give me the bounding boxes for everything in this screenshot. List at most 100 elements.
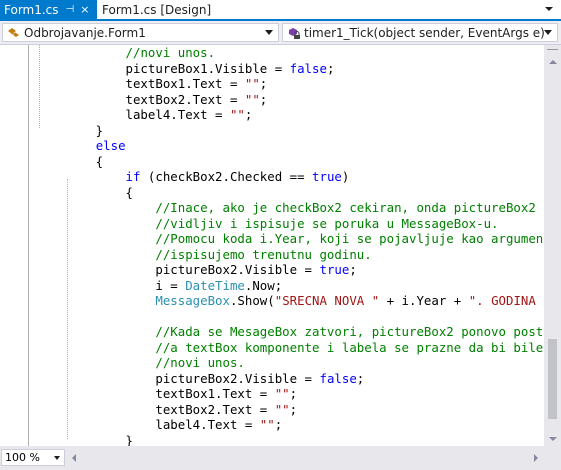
scroll-down-icon[interactable] <box>544 432 561 446</box>
code-token: label4.Text = <box>36 417 260 432</box>
code-line[interactable] <box>36 309 544 325</box>
code-token: //Inace, ako je checkBox2 cekiran, onda … <box>155 200 544 215</box>
code-line[interactable]: //vidljiv i ispisuje se poruka u Message… <box>36 216 544 232</box>
code-line[interactable]: //ispisujemo trenutnu godinu. <box>36 247 544 263</box>
code-line[interactable]: textBox2.Text = ""; <box>36 402 544 418</box>
tab-form1-cs[interactable]: Form1.cs ⊣ × <box>0 0 97 19</box>
member-dropdown-value: timer1_Tick(object sender, EventArgs e) <box>304 25 545 40</box>
zoom-value: 100 % <box>5 451 40 464</box>
code-line[interactable]: //Kada se MesageBox zatvori, pictureBox2… <box>36 324 544 340</box>
code-token: pictureBox1.Visible = <box>36 60 290 76</box>
vertical-scrollbar[interactable] <box>544 45 561 446</box>
code-token: if <box>125 169 141 184</box>
code-token: ; <box>356 370 365 386</box>
code-token: DateTime <box>185 277 245 293</box>
code-token: ; <box>326 60 335 76</box>
code-line[interactable]: pictureBox1.Visible = false; <box>36 61 544 77</box>
scrollbar-corner <box>544 446 561 470</box>
code-token: ". GODINA SVIMA!" <box>468 293 544 308</box>
code-token: ) <box>341 169 350 184</box>
code-token: //a textBox komponente i labela se prazn… <box>155 339 544 355</box>
code-line[interactable]: else <box>36 138 544 154</box>
code-line[interactable]: //Inace, ako je checkBox2 cekiran, onda … <box>36 200 544 216</box>
vertical-scroll-thumb[interactable] <box>548 339 557 419</box>
method-lock-icon <box>287 26 301 40</box>
scroll-right-icon[interactable] <box>530 451 542 465</box>
code-text[interactable]: //novi unos. pictureBox1.Visible = false… <box>36 45 544 446</box>
code-line[interactable]: MessageBox.Show("SRECNA NOVA " + i.Year … <box>36 293 544 309</box>
pin-icon[interactable]: ⊣ <box>66 4 75 15</box>
code-line[interactable]: //novi unos. <box>36 45 544 61</box>
code-token: "" <box>274 386 290 401</box>
code-line[interactable]: { <box>36 185 544 201</box>
code-token: { <box>36 184 133 200</box>
code-token: textBox1.Text = <box>36 76 245 91</box>
navigation-bar: Odbrojavanje.Form1 timer1_Tick(object se… <box>0 21 561 45</box>
code-token: ; <box>289 386 298 401</box>
code-token: true <box>319 262 350 277</box>
code-line[interactable]: //Pomocu koda i.Year, koji se pojavljuje… <box>36 231 544 247</box>
code-token: //novi unos. <box>155 355 245 370</box>
code-line[interactable]: pictureBox2.Visible = false; <box>36 371 544 387</box>
tab-list-dropdown-icon[interactable] <box>543 3 555 15</box>
code-line[interactable]: textBox1.Text = ""; <box>36 386 544 402</box>
editor-split-handle[interactable] <box>544 45 561 54</box>
class-dropdown-value: Odbrojavanje.Form1 <box>24 25 146 40</box>
code-token: pictureBox2.Visible = <box>36 262 320 277</box>
code-token: pictureBox2.Visible = <box>36 370 320 386</box>
code-token: i = <box>36 277 186 293</box>
tab-form1-design[interactable]: Form1.cs [Design] <box>97 0 211 19</box>
code-token: ; <box>259 76 268 91</box>
scroll-up-icon[interactable] <box>544 55 561 69</box>
code-line[interactable]: if (checkBox2.Checked == true) <box>36 169 544 185</box>
chevron-down-icon <box>265 30 273 35</box>
class-dropdown[interactable]: Odbrojavanje.Form1 <box>2 23 279 42</box>
zoom-dropdown[interactable]: 100 % <box>1 449 65 466</box>
code-editor[interactable]: //novi unos. pictureBox1.Visible = false… <box>0 45 544 446</box>
code-token: MessageBox <box>155 293 230 308</box>
code-line[interactable]: label4.Text = ""; <box>36 107 544 123</box>
code-line[interactable]: //novi unos. <box>36 355 544 371</box>
close-icon[interactable]: × <box>80 3 89 16</box>
code-token: ; <box>349 262 357 277</box>
code-token: ; <box>259 91 268 107</box>
code-line[interactable]: } <box>36 123 544 139</box>
code-line[interactable]: } <box>36 433 544 447</box>
code-token: false <box>319 370 357 386</box>
code-token: label4.Text = <box>36 107 230 122</box>
code-token: ; <box>244 107 253 122</box>
indicator-margin <box>0 45 20 446</box>
code-token: .Show( <box>229 293 275 308</box>
code-token: textBox2.Text = <box>36 91 245 107</box>
code-token: //Kada se MesageBox zatvori, pictureBox2… <box>155 324 544 339</box>
code-line[interactable]: i = DateTime.Now; <box>36 278 544 294</box>
member-dropdown[interactable]: timer1_Tick(object sender, EventArgs e) <box>282 23 558 42</box>
code-line[interactable]: pictureBox2.Visible = true; <box>36 262 544 278</box>
code-token: "" <box>229 107 245 122</box>
code-token: "SRECNA NOVA " <box>274 293 380 308</box>
outlining-margin-line <box>28 45 29 446</box>
code-line[interactable]: textBox2.Text = ""; <box>36 92 544 108</box>
scroll-left-icon[interactable] <box>68 451 80 465</box>
code-token: textBox1.Text = <box>36 386 275 401</box>
code-token: ; <box>289 401 298 417</box>
code-token: + i.Year + <box>379 293 469 308</box>
code-line[interactable]: textBox1.Text = ""; <box>36 76 544 92</box>
code-token: .Now; <box>244 277 283 293</box>
code-line[interactable]: { <box>36 154 544 170</box>
code-line[interactable]: //a textBox komponente i labela se prazn… <box>36 340 544 356</box>
document-tab-strip: Form1.cs ⊣ × Form1.cs [Design] <box>0 0 561 21</box>
code-line[interactable]: label4.Text = ""; <box>36 417 544 433</box>
chevron-down-icon <box>544 30 552 35</box>
code-token: //Pomocu koda i.Year, koji se pojavljuje… <box>155 231 544 246</box>
